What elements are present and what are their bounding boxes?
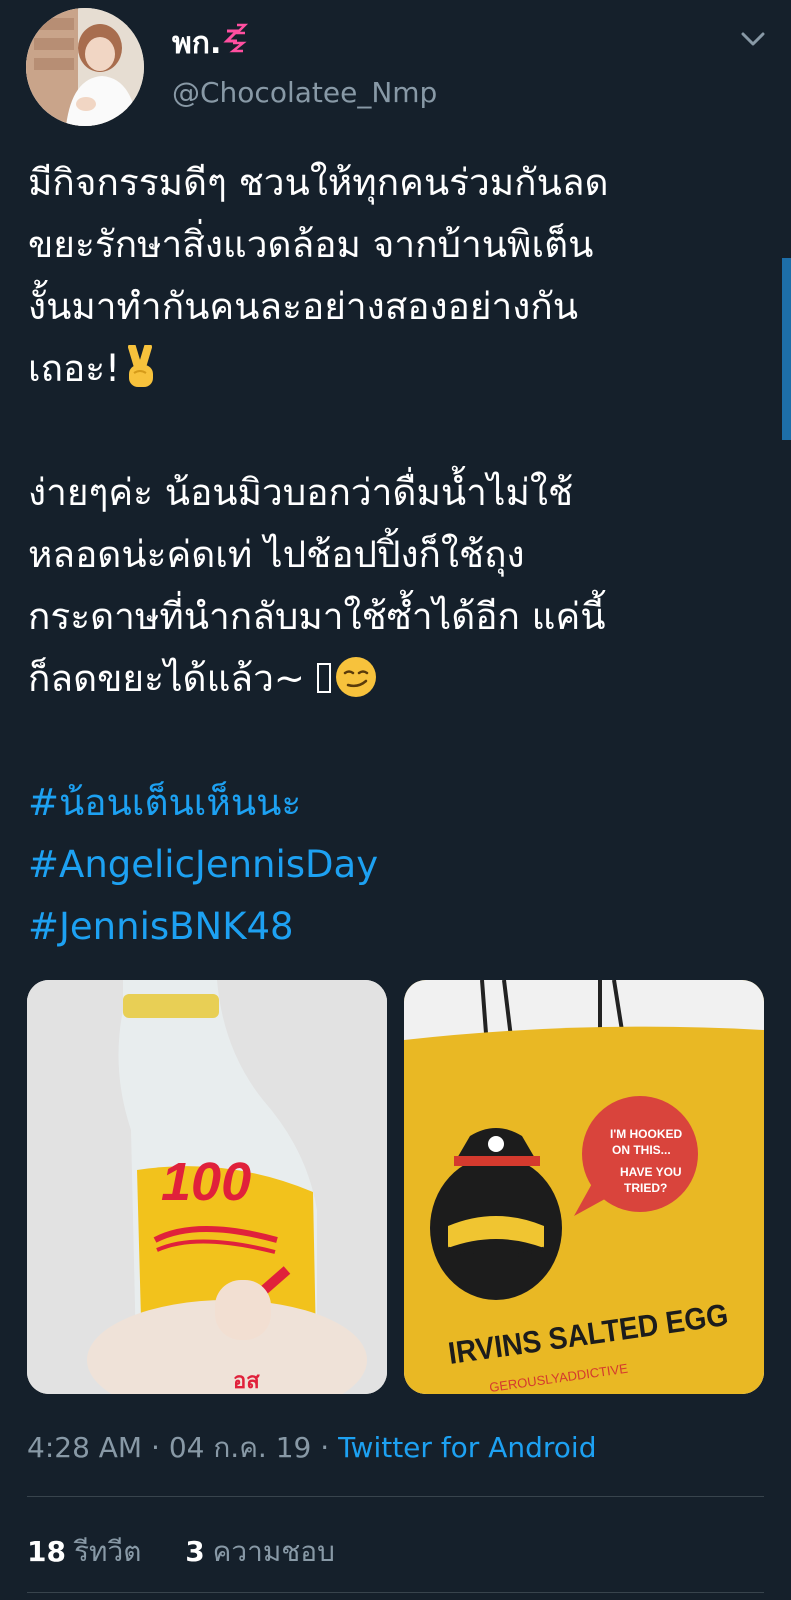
source-app-link[interactable]: Twitter for Android: [338, 1431, 596, 1464]
tweet-line-with-emoji: ก็ลดขยะได้แล้ว~: [28, 648, 768, 710]
tweet-line: มีกิจกรรมดีๆ ชวนให้ทุกคนร่วมกันลด: [28, 161, 609, 204]
bottle-label-text: อส: [233, 1368, 260, 1393]
scrollbar[interactable]: [782, 258, 791, 440]
tweet-line: หลอดน่ะค่ดเท่ ไปช้อปปิ้งก็ใช้ถุง: [28, 533, 525, 576]
divider: [27, 1496, 764, 1497]
bottle-photo: 100 อส: [27, 980, 387, 1394]
media-image-bag[interactable]: I'M HOOKED ON THIS... HAVE YOU TRIED? IR…: [404, 980, 764, 1394]
tweet-header: พก. @Chocolatee_Nmp: [0, 0, 791, 130]
tweet-line: ก็ลดขยะได้แล้ว~: [28, 657, 305, 700]
tweet-date: 04 ก.ค. 19: [168, 1431, 312, 1464]
avatar[interactable]: [26, 8, 144, 126]
meta-separator: ·: [320, 1431, 330, 1464]
bubble-text: HAVE YOU: [620, 1165, 682, 1179]
chevron-down-icon[interactable]: [738, 24, 768, 54]
user-handle[interactable]: @Chocolatee_Nmp: [172, 76, 437, 109]
meta-separator: ·: [151, 1431, 160, 1464]
missing-glyph-icon: [316, 663, 331, 693]
likes-stat[interactable]: 3 ความชอบ: [185, 1535, 335, 1568]
hashtag-link[interactable]: #AngelicJennisDay: [28, 834, 768, 896]
smirking-face-icon: [335, 657, 376, 697]
bubble-text: ON THIS...: [612, 1143, 671, 1157]
bag-photo: I'M HOOKED ON THIS... HAVE YOU TRIED? IR…: [404, 980, 764, 1394]
tweet-line: ขยะรักษาสิ่งแวดล้อม จากบ้านพิเต็น: [28, 223, 594, 266]
divider: [27, 1592, 764, 1593]
media-image-bottle[interactable]: 100 อส: [27, 980, 387, 1394]
tweet-time: 4:28 AM: [27, 1431, 143, 1464]
bottle-print-text: 100: [161, 1152, 251, 1212]
tweet-meta: 4:28 AM · 04 ก.ค. 19 · Twitter for Andro…: [27, 1426, 596, 1470]
hashtag-link[interactable]: #น้อนเต็นเห็นนะ: [28, 772, 768, 834]
tweet-line: เถอะ!: [28, 347, 120, 390]
retweets-stat[interactable]: 18 รีทวีต: [27, 1535, 141, 1568]
retweets-label: รีทวีต: [73, 1535, 142, 1568]
likes-count: 3: [185, 1535, 205, 1568]
retweets-count: 18: [27, 1535, 66, 1568]
tweet-text: มีกิจกรรมดีๆ ชวนให้ทุกคนร่วมกันลด ขยะรัก…: [28, 152, 768, 958]
bubble-text: TRIED?: [624, 1181, 667, 1195]
hashtag-link[interactable]: #JennisBNK48: [28, 896, 768, 958]
display-name-text: พก.: [172, 26, 222, 61]
tweet-stats: 18 รีทวีต 3 ความชอบ: [27, 1530, 335, 1574]
display-name[interactable]: พก.: [172, 20, 253, 67]
zzz-icon: [223, 23, 249, 53]
victory-hand-icon: [127, 345, 153, 387]
tweet-line: กระดาษที่นำกลับมาใช้ซ้ำได้อีก แค่นี้: [28, 595, 606, 638]
tweet-line: ง่ายๆค่ะ น้อนมิวบอกว่าดื่มน้ำไม่ใช้: [28, 471, 574, 514]
avatar-photo: [26, 8, 144, 126]
likes-label: ความชอบ: [212, 1535, 335, 1568]
tweet-line: งั้นมาทำกันคนละอย่างสองอย่างกัน: [28, 285, 579, 328]
tweet-line-with-emoji: เถอะ!: [28, 338, 768, 400]
bubble-text: I'M HOOKED: [610, 1127, 683, 1141]
